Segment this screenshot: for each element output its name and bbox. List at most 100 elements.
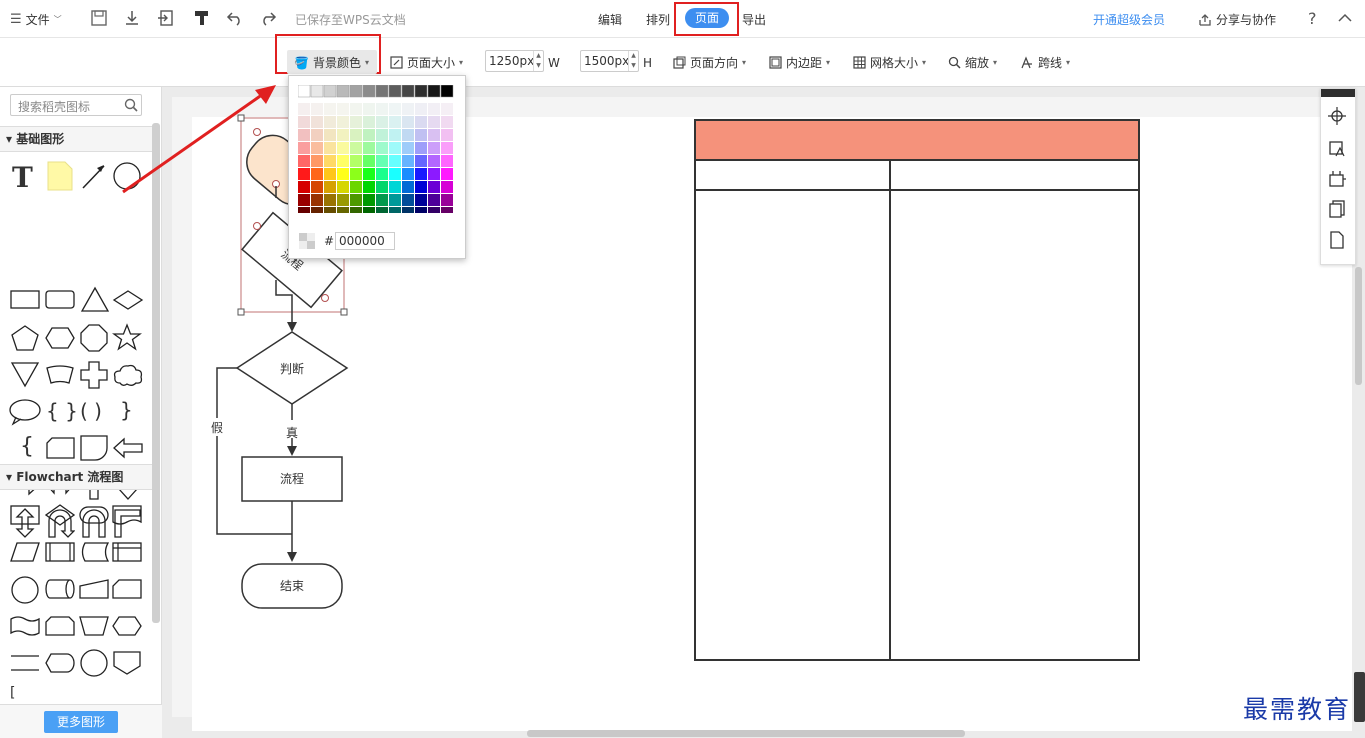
- zoom-indicator[interactable]: [1354, 672, 1365, 722]
- more-shapes-button[interactable]: 更多图形: [44, 711, 118, 733]
- color-swatch[interactable]: [298, 168, 310, 180]
- cross-shape-icon[interactable]: [79, 360, 109, 390]
- color-swatch[interactable]: [323, 85, 337, 98]
- orientation-button[interactable]: 页面方向 ▾: [673, 54, 746, 71]
- jumpline-button[interactable]: 跨线 ▾: [1021, 54, 1070, 71]
- color-swatch[interactable]: [428, 207, 440, 213]
- color-swatch[interactable]: [350, 168, 362, 180]
- decision-shape-icon[interactable]: [45, 504, 75, 526]
- color-swatch[interactable]: [441, 155, 453, 167]
- color-swatch[interactable]: [337, 116, 349, 128]
- annotation-lines-icon[interactable]: [10, 652, 40, 674]
- color-swatch[interactable]: [350, 142, 362, 154]
- wave-shape-icon[interactable]: [45, 364, 75, 386]
- share-button[interactable]: 分享与协作: [1198, 11, 1276, 28]
- color-swatch[interactable]: [428, 181, 440, 193]
- color-swatch[interactable]: [389, 168, 401, 180]
- color-swatch[interactable]: [402, 155, 414, 167]
- tab-edit[interactable]: 编辑: [598, 11, 622, 28]
- arrange-tool[interactable]: [1320, 164, 1354, 194]
- data-shape-icon[interactable]: [10, 541, 40, 563]
- color-swatch[interactable]: [389, 194, 401, 206]
- color-swatch[interactable]: [414, 85, 428, 98]
- color-swatch[interactable]: [337, 142, 349, 154]
- color-swatch[interactable]: [441, 168, 453, 180]
- color-swatch[interactable]: [363, 168, 375, 180]
- color-swatch[interactable]: [298, 194, 310, 206]
- display-shape-icon[interactable]: [45, 652, 75, 674]
- tab-arrange[interactable]: 排列: [646, 11, 670, 28]
- height-input[interactable]: 1500px ▲ ▼: [580, 50, 639, 72]
- color-swatch[interactable]: [428, 129, 440, 141]
- color-swatch[interactable]: [441, 142, 453, 154]
- color-swatch[interactable]: [427, 85, 441, 98]
- color-swatch[interactable]: [336, 85, 350, 98]
- color-swatch[interactable]: [324, 142, 336, 154]
- color-swatch[interactable]: [428, 116, 440, 128]
- color-swatch[interactable]: [402, 142, 414, 154]
- punched-tape-icon[interactable]: [10, 615, 40, 637]
- color-swatch[interactable]: [311, 116, 323, 128]
- color-swatch[interactable]: [440, 85, 454, 98]
- color-swatch[interactable]: [324, 207, 336, 213]
- color-swatch[interactable]: [298, 142, 310, 154]
- color-swatch[interactable]: [402, 181, 414, 193]
- transparent-swatch-icon[interactable]: [299, 233, 315, 249]
- color-swatch[interactable]: [376, 129, 388, 141]
- color-swatch[interactable]: [388, 85, 402, 98]
- document-flow-shape-icon[interactable]: [112, 504, 142, 526]
- color-swatch[interactable]: [389, 142, 401, 154]
- left-arrow-shape-icon[interactable]: [112, 437, 144, 459]
- color-swatch[interactable]: [311, 129, 323, 141]
- canvas-horizontal-scrollbar[interactable]: [527, 730, 965, 737]
- selection-handle[interactable]: [340, 308, 348, 316]
- selection-handle[interactable]: [237, 308, 245, 316]
- color-swatch[interactable]: [415, 207, 427, 213]
- color-swatch[interactable]: [311, 181, 323, 193]
- color-swatch[interactable]: [298, 116, 310, 128]
- arrow-line-icon[interactable]: [80, 161, 108, 191]
- color-swatch[interactable]: [337, 207, 349, 213]
- color-swatch[interactable]: [363, 207, 375, 213]
- color-swatch[interactable]: [324, 155, 336, 167]
- document-shape-icon[interactable]: [45, 436, 75, 460]
- color-swatch[interactable]: [376, 168, 388, 180]
- color-swatch[interactable]: [389, 129, 401, 141]
- table-shape[interactable]: [694, 119, 1140, 661]
- color-swatch[interactable]: [428, 168, 440, 180]
- color-swatch[interactable]: [401, 85, 415, 98]
- color-swatch[interactable]: [441, 207, 453, 213]
- off-page-connector-icon[interactable]: [112, 650, 142, 676]
- color-swatch[interactable]: [441, 181, 453, 193]
- color-swatch-grid[interactable]: [298, 85, 456, 213]
- file-menu[interactable]: ☰ 文件 ﹀: [10, 11, 62, 28]
- redo-icon[interactable]: [259, 9, 277, 27]
- tab-page[interactable]: 页面: [685, 8, 729, 28]
- color-swatch[interactable]: [311, 207, 323, 213]
- page-tool[interactable]: [1320, 225, 1354, 255]
- color-swatch[interactable]: [389, 116, 401, 128]
- height-stepper[interactable]: ▲ ▼: [628, 51, 638, 71]
- direct-data-icon[interactable]: [45, 578, 75, 600]
- color-swatch[interactable]: [310, 85, 324, 98]
- style-tool[interactable]: [1320, 134, 1354, 164]
- color-swatch[interactable]: [376, 155, 388, 167]
- color-swatch[interactable]: [415, 181, 427, 193]
- help-icon[interactable]: ?: [1308, 9, 1317, 28]
- color-swatch[interactable]: [441, 116, 453, 128]
- color-swatch[interactable]: [350, 181, 362, 193]
- color-swatch[interactable]: [324, 194, 336, 206]
- octagon-shape-icon[interactable]: [79, 323, 109, 353]
- color-swatch[interactable]: [415, 155, 427, 167]
- color-swatch[interactable]: [298, 129, 310, 141]
- color-swatch[interactable]: [441, 103, 453, 115]
- color-swatch[interactable]: [350, 116, 362, 128]
- color-swatch[interactable]: [376, 116, 388, 128]
- zoom-button[interactable]: 缩放 ▾: [948, 54, 997, 71]
- color-swatch[interactable]: [402, 168, 414, 180]
- color-swatch[interactable]: [337, 194, 349, 206]
- color-swatch[interactable]: [415, 116, 427, 128]
- color-swatch[interactable]: [375, 85, 389, 98]
- color-swatch[interactable]: [415, 168, 427, 180]
- table-header[interactable]: [696, 121, 1138, 161]
